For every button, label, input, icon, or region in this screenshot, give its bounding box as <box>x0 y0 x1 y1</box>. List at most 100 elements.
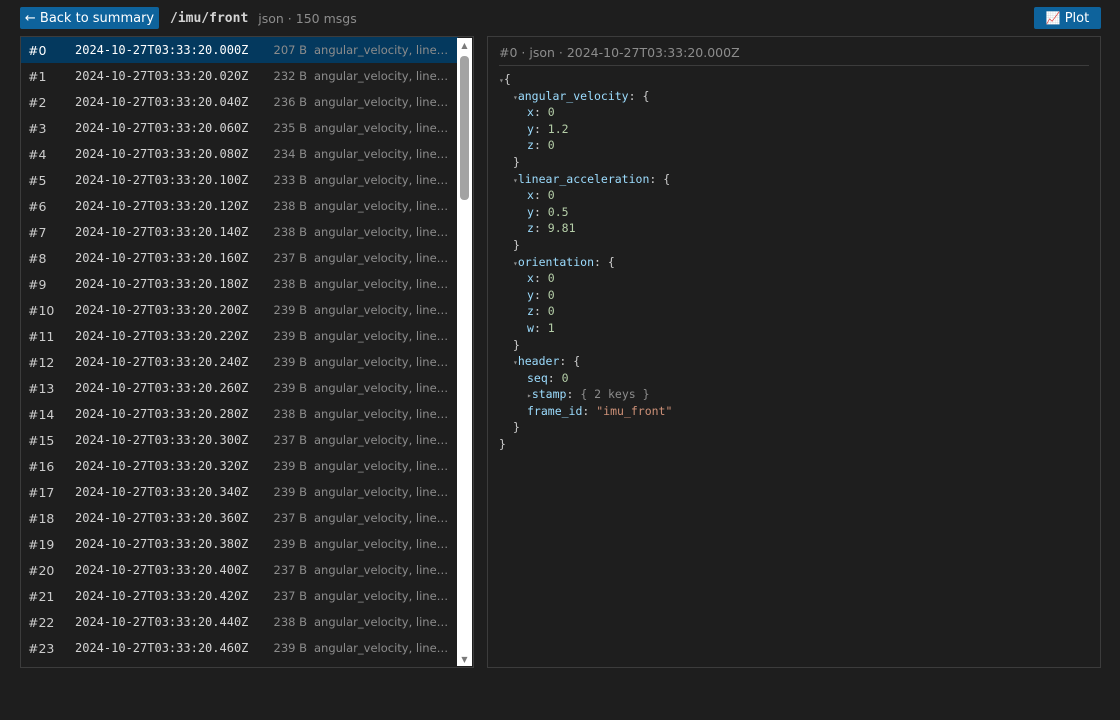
message-index: #22 <box>28 614 55 630</box>
message-index: #2 <box>28 94 47 110</box>
scroll-thumb[interactable] <box>460 56 469 200</box>
message-size: 237 B <box>273 563 308 577</box>
scrollbar[interactable]: ▲ ▼ <box>457 38 472 666</box>
back-to-summary-button[interactable]: ← Back to summary <box>20 7 159 29</box>
message-timestamp: 2024-10-27T03:33:20.320Z <box>75 459 249 473</box>
json-key: stamp <box>531 387 567 402</box>
json-value: 0 <box>547 271 555 286</box>
topic-meta: json · 150 msgs <box>258 10 357 26</box>
collapsed-summary[interactable]: { 2 keys } <box>580 387 649 401</box>
plot-label: Plot <box>1064 10 1090 26</box>
message-size: 238 B <box>273 407 308 421</box>
message-row[interactable]: #18 2024-10-27T03:33:20.360Z 237 B angular_… <box>21 505 458 531</box>
message-index: #8 <box>28 250 47 266</box>
message-row[interactable]: #0 2024-10-27T03:33:20.000Z 207 B angular_v… <box>21 37 458 63</box>
message-row[interactable]: #3 2024-10-27T03:33:20.060Z 235 B angular_v… <box>21 115 458 141</box>
message-timestamp: 2024-10-27T03:33:20.160Z <box>75 251 249 265</box>
message-size: 237 B <box>273 251 308 265</box>
message-size: 235 B <box>273 121 308 135</box>
message-fields: angular_velocity, linear_acceleration, o… <box>314 433 450 447</box>
message-index: #1 <box>28 68 47 84</box>
message-row[interactable]: #9 2024-10-27T03:33:20.180Z 238 B angular_v… <box>21 271 458 297</box>
message-detail: #0 · json · 2024-10-27T03:33:20.000Z ▾{ … <box>487 36 1101 668</box>
message-fields: angular_velocity, linear_acceleration, o… <box>314 121 450 135</box>
toolbar: ← Back to summary /imu/front json · 150 … <box>20 7 1101 29</box>
message-fields: angular_velocity, linear_acceleration, o… <box>314 95 450 109</box>
message-size: 232 B <box>273 69 308 83</box>
message-index: #14 <box>28 406 55 422</box>
message-row[interactable]: #11 2024-10-27T03:33:20.220Z 239 B angular_… <box>21 323 458 349</box>
message-fields: angular_velocity, linear_acceleration, o… <box>314 303 450 317</box>
message-row[interactable]: #22 2024-10-27T03:33:20.440Z 238 B angular_… <box>21 609 458 635</box>
message-timestamp: 2024-10-27T03:33:20.260Z <box>75 381 249 395</box>
json-key: orientation <box>517 254 594 269</box>
message-size: 239 B <box>273 485 308 499</box>
message-index: #18 <box>28 510 55 526</box>
message-index: #20 <box>28 562 55 578</box>
message-index: #12 <box>28 354 55 370</box>
message-row[interactable]: #13 2024-10-27T03:33:20.260Z 239 B angular_… <box>21 375 458 401</box>
message-timestamp: 2024-10-27T03:33:20.240Z <box>75 355 249 369</box>
message-row[interactable]: #8 2024-10-27T03:33:20.160Z 237 B angular_v… <box>21 245 458 271</box>
message-row[interactable]: #14 2024-10-27T03:33:20.280Z 238 B angular_… <box>21 401 458 427</box>
message-row[interactable]: #15 2024-10-27T03:33:20.300Z 237 B angular_… <box>21 427 458 453</box>
message-row[interactable]: #7 2024-10-27T03:33:20.140Z 238 B angular_v… <box>21 219 458 245</box>
message-index: #17 <box>28 484 55 500</box>
message-fields: angular_velocity, linear_acceleration, o… <box>314 407 450 421</box>
message-timestamp: 2024-10-27T03:33:20.220Z <box>75 329 249 343</box>
json-value: 0 <box>547 287 555 302</box>
json-key: linear_acceleration <box>517 171 650 186</box>
json-value: 0 <box>547 188 555 203</box>
message-row[interactable]: #10 2024-10-27T03:33:20.200Z 239 B angular_… <box>21 297 458 323</box>
message-index: #9 <box>28 276 47 292</box>
message-fields: angular_velocity, linear_acceleration, o… <box>314 147 450 161</box>
json-value: 1.2 <box>547 121 569 136</box>
plot-button[interactable]: 📈 Plot <box>1034 7 1101 29</box>
json-key: angular_velocity <box>517 88 629 103</box>
message-timestamp: 2024-10-27T03:33:20.440Z <box>75 615 249 629</box>
message-index: #10 <box>28 302 55 318</box>
message-row[interactable]: #5 2024-10-27T03:33:20.100Z 233 B angular_v… <box>21 167 458 193</box>
message-size: 236 B <box>273 95 308 109</box>
message-rows: #0 2024-10-27T03:33:20.000Z 207 B angular_v… <box>21 37 458 661</box>
message-size: 239 B <box>273 329 308 343</box>
message-timestamp: 2024-10-27T03:33:20.200Z <box>75 303 249 317</box>
message-size: 239 B <box>273 355 308 369</box>
message-timestamp: 2024-10-27T03:33:20.020Z <box>75 69 249 83</box>
message-row[interactable]: #12 2024-10-27T03:33:20.240Z 239 B angular_… <box>21 349 458 375</box>
message-size: 239 B <box>273 641 308 655</box>
message-size: 238 B <box>273 199 308 213</box>
scroll-up-arrow-icon[interactable]: ▲ <box>457 38 472 52</box>
message-row[interactable]: #6 2024-10-27T03:33:20.120Z 238 B angular_v… <box>21 193 458 219</box>
scroll-down-arrow-icon[interactable]: ▼ <box>457 652 472 666</box>
message-row[interactable]: #21 2024-10-27T03:33:20.420Z 237 B angular_… <box>21 583 458 609</box>
message-fields: angular_velocity, linear_acceleration, o… <box>314 589 450 603</box>
topic-name: /imu/front <box>170 10 249 26</box>
message-timestamp: 2024-10-27T03:33:20.120Z <box>75 199 249 213</box>
message-size: 239 B <box>273 537 308 551</box>
message-timestamp: 2024-10-27T03:33:20.400Z <box>75 563 249 577</box>
message-timestamp: 2024-10-27T03:33:20.000Z <box>75 43 249 57</box>
message-row[interactable]: #1 2024-10-27T03:33:20.020Z 232 B angular_v… <box>21 63 458 89</box>
message-index: #6 <box>28 198 47 214</box>
json-value: 0 <box>561 370 569 385</box>
message-fields: angular_velocity, linear_acceleration, o… <box>314 511 450 525</box>
json-value: 1 <box>547 320 555 335</box>
message-size: 233 B <box>273 173 308 187</box>
json-tree: ▾{ ▾angular_velocity: { x: 0 y: 1.2 z: 0… <box>499 72 673 452</box>
message-row[interactable]: #2 2024-10-27T03:33:20.040Z 236 B angular_v… <box>21 89 458 115</box>
message-row[interactable]: #4 2024-10-27T03:33:20.080Z 234 B angular_v… <box>21 141 458 167</box>
message-row[interactable]: #19 2024-10-27T03:33:20.380Z 239 B angular_… <box>21 531 458 557</box>
message-row[interactable]: #17 2024-10-27T03:33:20.340Z 239 B angular_… <box>21 479 458 505</box>
message-timestamp: 2024-10-27T03:33:20.460Z <box>75 641 249 655</box>
message-size: 239 B <box>273 459 308 473</box>
message-timestamp: 2024-10-27T03:33:20.100Z <box>75 173 249 187</box>
message-row[interactable]: #16 2024-10-27T03:33:20.320Z 239 B angular_… <box>21 453 458 479</box>
message-size: 239 B <box>273 303 308 317</box>
message-row[interactable]: #23 2024-10-27T03:33:20.460Z 239 B angular_… <box>21 635 458 661</box>
message-timestamp: 2024-10-27T03:33:20.060Z <box>75 121 249 135</box>
message-fields: angular_velocity, linear_acceleration, o… <box>314 277 450 291</box>
message-size: 238 B <box>273 277 308 291</box>
message-row[interactable]: #20 2024-10-27T03:33:20.400Z 237 B angular_… <box>21 557 458 583</box>
json-key: header <box>517 354 560 369</box>
